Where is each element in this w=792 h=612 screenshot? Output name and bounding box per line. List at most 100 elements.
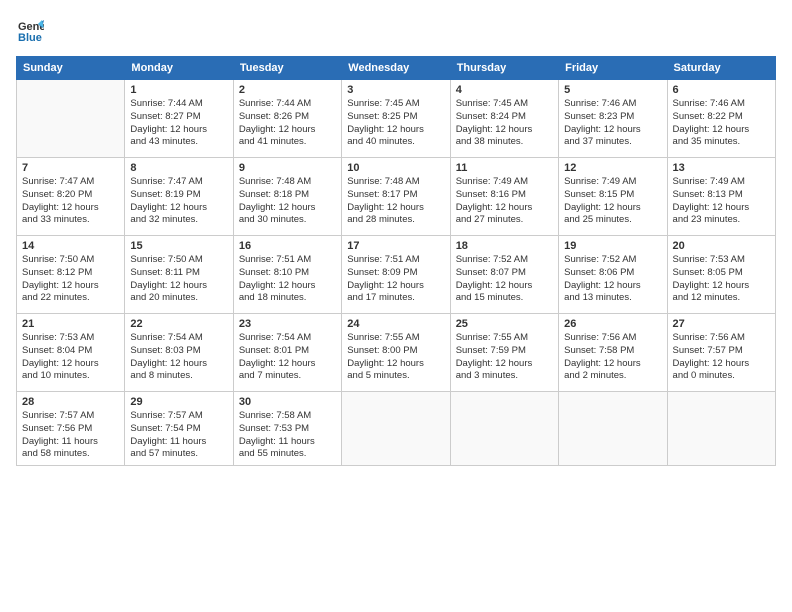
day-number: 25 xyxy=(456,318,553,330)
calendar-cell: 13Sunrise: 7:49 AMSunset: 8:13 PMDayligh… xyxy=(667,158,775,236)
day-info: Sunrise: 7:52 AMSunset: 8:07 PMDaylight:… xyxy=(456,254,553,305)
calendar-cell: 1Sunrise: 7:44 AMSunset: 8:27 PMDaylight… xyxy=(125,80,233,158)
calendar-header-row: SundayMondayTuesdayWednesdayThursdayFrid… xyxy=(17,57,776,80)
calendar-cell: 2Sunrise: 7:44 AMSunset: 8:26 PMDaylight… xyxy=(233,80,341,158)
day-info: Sunrise: 7:45 AMSunset: 8:24 PMDaylight:… xyxy=(456,98,553,149)
day-number: 8 xyxy=(130,162,227,174)
calendar-cell: 23 Sunrise: 7:54 AMSunset: 8:01 PMDayligh… xyxy=(233,314,341,392)
calendar-cell xyxy=(450,392,558,466)
day-info: Sunrise: 7:50 AMSunset: 8:12 PMDaylight:… xyxy=(22,254,119,305)
calendar-week-3: 21Sunrise: 7:53 AMSunset: 8:04 PMDayligh… xyxy=(17,314,776,392)
logo: General Blue xyxy=(16,16,46,44)
calendar-cell: 14 Sunrise: 7:50 AMSunset: 8:12 PMDayligh… xyxy=(17,236,125,314)
day-number: 17 xyxy=(347,240,444,252)
day-number: 28 xyxy=(22,396,119,408)
day-number: 23 xyxy=(239,318,336,330)
day-info: Sunrise: 7:48 AMSunset: 8:18 PMDaylight:… xyxy=(239,176,336,227)
day-info: Sunrise: 7:44 AMSunset: 8:27 PMDaylight:… xyxy=(130,98,227,149)
day-info: Sunrise: 7:49 AMSunset: 8:16 PMDaylight:… xyxy=(456,176,553,227)
day-number: 11 xyxy=(456,162,553,174)
day-number: 7 xyxy=(22,162,119,174)
calendar-cell: 9 Sunrise: 7:48 AMSunset: 8:18 PMDaylight… xyxy=(233,158,341,236)
day-info: Sunrise: 7:51 AMSunset: 8:10 PMDaylight:… xyxy=(239,254,336,305)
day-info: Sunrise: 7:50 AMSunset: 8:11 PMDaylight:… xyxy=(130,254,227,305)
day-number: 16 xyxy=(239,240,336,252)
day-info: Sunrise: 7:44 AMSunset: 8:26 PMDaylight:… xyxy=(239,98,336,149)
day-info: Sunrise: 7:53 AMSunset: 8:05 PMDaylight:… xyxy=(673,254,770,305)
day-info: Sunrise: 7:56 AMSunset: 7:58 PMDaylight:… xyxy=(564,332,661,383)
calendar-week-2: 14 Sunrise: 7:50 AMSunset: 8:12 PMDayligh… xyxy=(17,236,776,314)
calendar-cell xyxy=(559,392,667,466)
calendar-cell: 19 Sunrise: 7:52 AMSunset: 8:06 PMDayligh… xyxy=(559,236,667,314)
calendar-cell: 30 Sunrise: 7:58 AMSunset: 7:53 PMDayligh… xyxy=(233,392,341,466)
calendar-cell: 25Sunrise: 7:55 AMSunset: 7:59 PMDayligh… xyxy=(450,314,558,392)
day-number: 3 xyxy=(347,84,444,96)
calendar-cell: 27 Sunrise: 7:56 AMSunset: 7:57 PMDayligh… xyxy=(667,314,775,392)
day-info: Sunrise: 7:45 AMSunset: 8:25 PMDaylight:… xyxy=(347,98,444,149)
calendar-cell: 11 Sunrise: 7:49 AMSunset: 8:16 PMDayligh… xyxy=(450,158,558,236)
weekday-header-friday: Friday xyxy=(559,57,667,80)
calendar-cell: 6Sunrise: 7:46 AMSunset: 8:22 PMDaylight… xyxy=(667,80,775,158)
day-info: Sunrise: 7:57 AMSunset: 7:54 PMDaylight:… xyxy=(130,410,227,461)
calendar-cell: 24 Sunrise: 7:55 AMSunset: 8:00 PMDayligh… xyxy=(342,314,450,392)
day-info: Sunrise: 7:54 AMSunset: 8:01 PMDaylight:… xyxy=(239,332,336,383)
weekday-header-saturday: Saturday xyxy=(667,57,775,80)
calendar-cell: 8 Sunrise: 7:47 AMSunset: 8:19 PMDaylight… xyxy=(125,158,233,236)
svg-text:Blue: Blue xyxy=(18,32,42,44)
calendar-cell: 17 Sunrise: 7:51 AMSunset: 8:09 PMDayligh… xyxy=(342,236,450,314)
calendar-cell: 29 Sunrise: 7:57 AMSunset: 7:54 PMDayligh… xyxy=(125,392,233,466)
day-number: 12 xyxy=(564,162,661,174)
day-number: 19 xyxy=(564,240,661,252)
day-number: 4 xyxy=(456,84,553,96)
page: General Blue SundayMondayTuesdayWednesda… xyxy=(0,0,792,612)
day-number: 5 xyxy=(564,84,661,96)
day-number: 22 xyxy=(130,318,227,330)
calendar-cell: 15 Sunrise: 7:50 AMSunset: 8:11 PMDayligh… xyxy=(125,236,233,314)
day-number: 30 xyxy=(239,396,336,408)
calendar-cell xyxy=(342,392,450,466)
day-number: 27 xyxy=(673,318,770,330)
calendar-cell: 22 Sunrise: 7:54 AMSunset: 8:03 PMDayligh… xyxy=(125,314,233,392)
calendar-cell: 20 Sunrise: 7:53 AMSunset: 8:05 PMDayligh… xyxy=(667,236,775,314)
day-number: 10 xyxy=(347,162,444,174)
day-info: Sunrise: 7:46 AMSunset: 8:22 PMDaylight:… xyxy=(673,98,770,149)
weekday-header-thursday: Thursday xyxy=(450,57,558,80)
calendar-cell xyxy=(17,80,125,158)
day-info: Sunrise: 7:51 AMSunset: 8:09 PMDaylight:… xyxy=(347,254,444,305)
day-info: Sunrise: 7:58 AMSunset: 7:53 PMDaylight:… xyxy=(239,410,336,461)
calendar-cell: 12 Sunrise: 7:49 AMSunset: 8:15 PMDayligh… xyxy=(559,158,667,236)
day-number: 26 xyxy=(564,318,661,330)
day-info: Sunrise: 7:48 AMSunset: 8:17 PMDaylight:… xyxy=(347,176,444,227)
day-info: Sunrise: 7:55 AMSunset: 8:00 PMDaylight:… xyxy=(347,332,444,383)
calendar-cell: 5Sunrise: 7:46 AMSunset: 8:23 PMDaylight… xyxy=(559,80,667,158)
day-number: 20 xyxy=(673,240,770,252)
day-info: Sunrise: 7:49 AMSunset: 8:15 PMDaylight:… xyxy=(564,176,661,227)
calendar-cell: 21Sunrise: 7:53 AMSunset: 8:04 PMDayligh… xyxy=(17,314,125,392)
day-number: 15 xyxy=(130,240,227,252)
calendar-cell: 26 Sunrise: 7:56 AMSunset: 7:58 PMDayligh… xyxy=(559,314,667,392)
calendar-cell: 10 Sunrise: 7:48 AMSunset: 8:17 PMDayligh… xyxy=(342,158,450,236)
day-number: 14 xyxy=(22,240,119,252)
calendar-cell: 16 Sunrise: 7:51 AMSunset: 8:10 PMDayligh… xyxy=(233,236,341,314)
calendar-table: SundayMondayTuesdayWednesdayThursdayFrid… xyxy=(16,56,776,466)
calendar-cell xyxy=(667,392,775,466)
day-number: 29 xyxy=(130,396,227,408)
day-number: 13 xyxy=(673,162,770,174)
day-info: Sunrise: 7:53 AMSunset: 8:04 PMDaylight:… xyxy=(22,332,119,383)
day-info: Sunrise: 7:52 AMSunset: 8:06 PMDaylight:… xyxy=(564,254,661,305)
calendar-cell: 28 Sunrise: 7:57 AMSunset: 7:56 PMDayligh… xyxy=(17,392,125,466)
day-info: Sunrise: 7:54 AMSunset: 8:03 PMDaylight:… xyxy=(130,332,227,383)
calendar-cell: 18Sunrise: 7:52 AMSunset: 8:07 PMDayligh… xyxy=(450,236,558,314)
day-number: 24 xyxy=(347,318,444,330)
day-info: Sunrise: 7:47 AMSunset: 8:20 PMDaylight:… xyxy=(22,176,119,227)
day-info: Sunrise: 7:56 AMSunset: 7:57 PMDaylight:… xyxy=(673,332,770,383)
calendar-cell: 4 Sunrise: 7:45 AMSunset: 8:24 PMDaylight… xyxy=(450,80,558,158)
day-number: 9 xyxy=(239,162,336,174)
weekday-header-sunday: Sunday xyxy=(17,57,125,80)
calendar-cell: 7 Sunrise: 7:47 AMSunset: 8:20 PMDaylight… xyxy=(17,158,125,236)
header: General Blue xyxy=(16,16,776,44)
weekday-header-wednesday: Wednesday xyxy=(342,57,450,80)
day-info: Sunrise: 7:57 AMSunset: 7:56 PMDaylight:… xyxy=(22,410,119,461)
logo-icon: General Blue xyxy=(16,16,44,44)
day-info: Sunrise: 7:47 AMSunset: 8:19 PMDaylight:… xyxy=(130,176,227,227)
